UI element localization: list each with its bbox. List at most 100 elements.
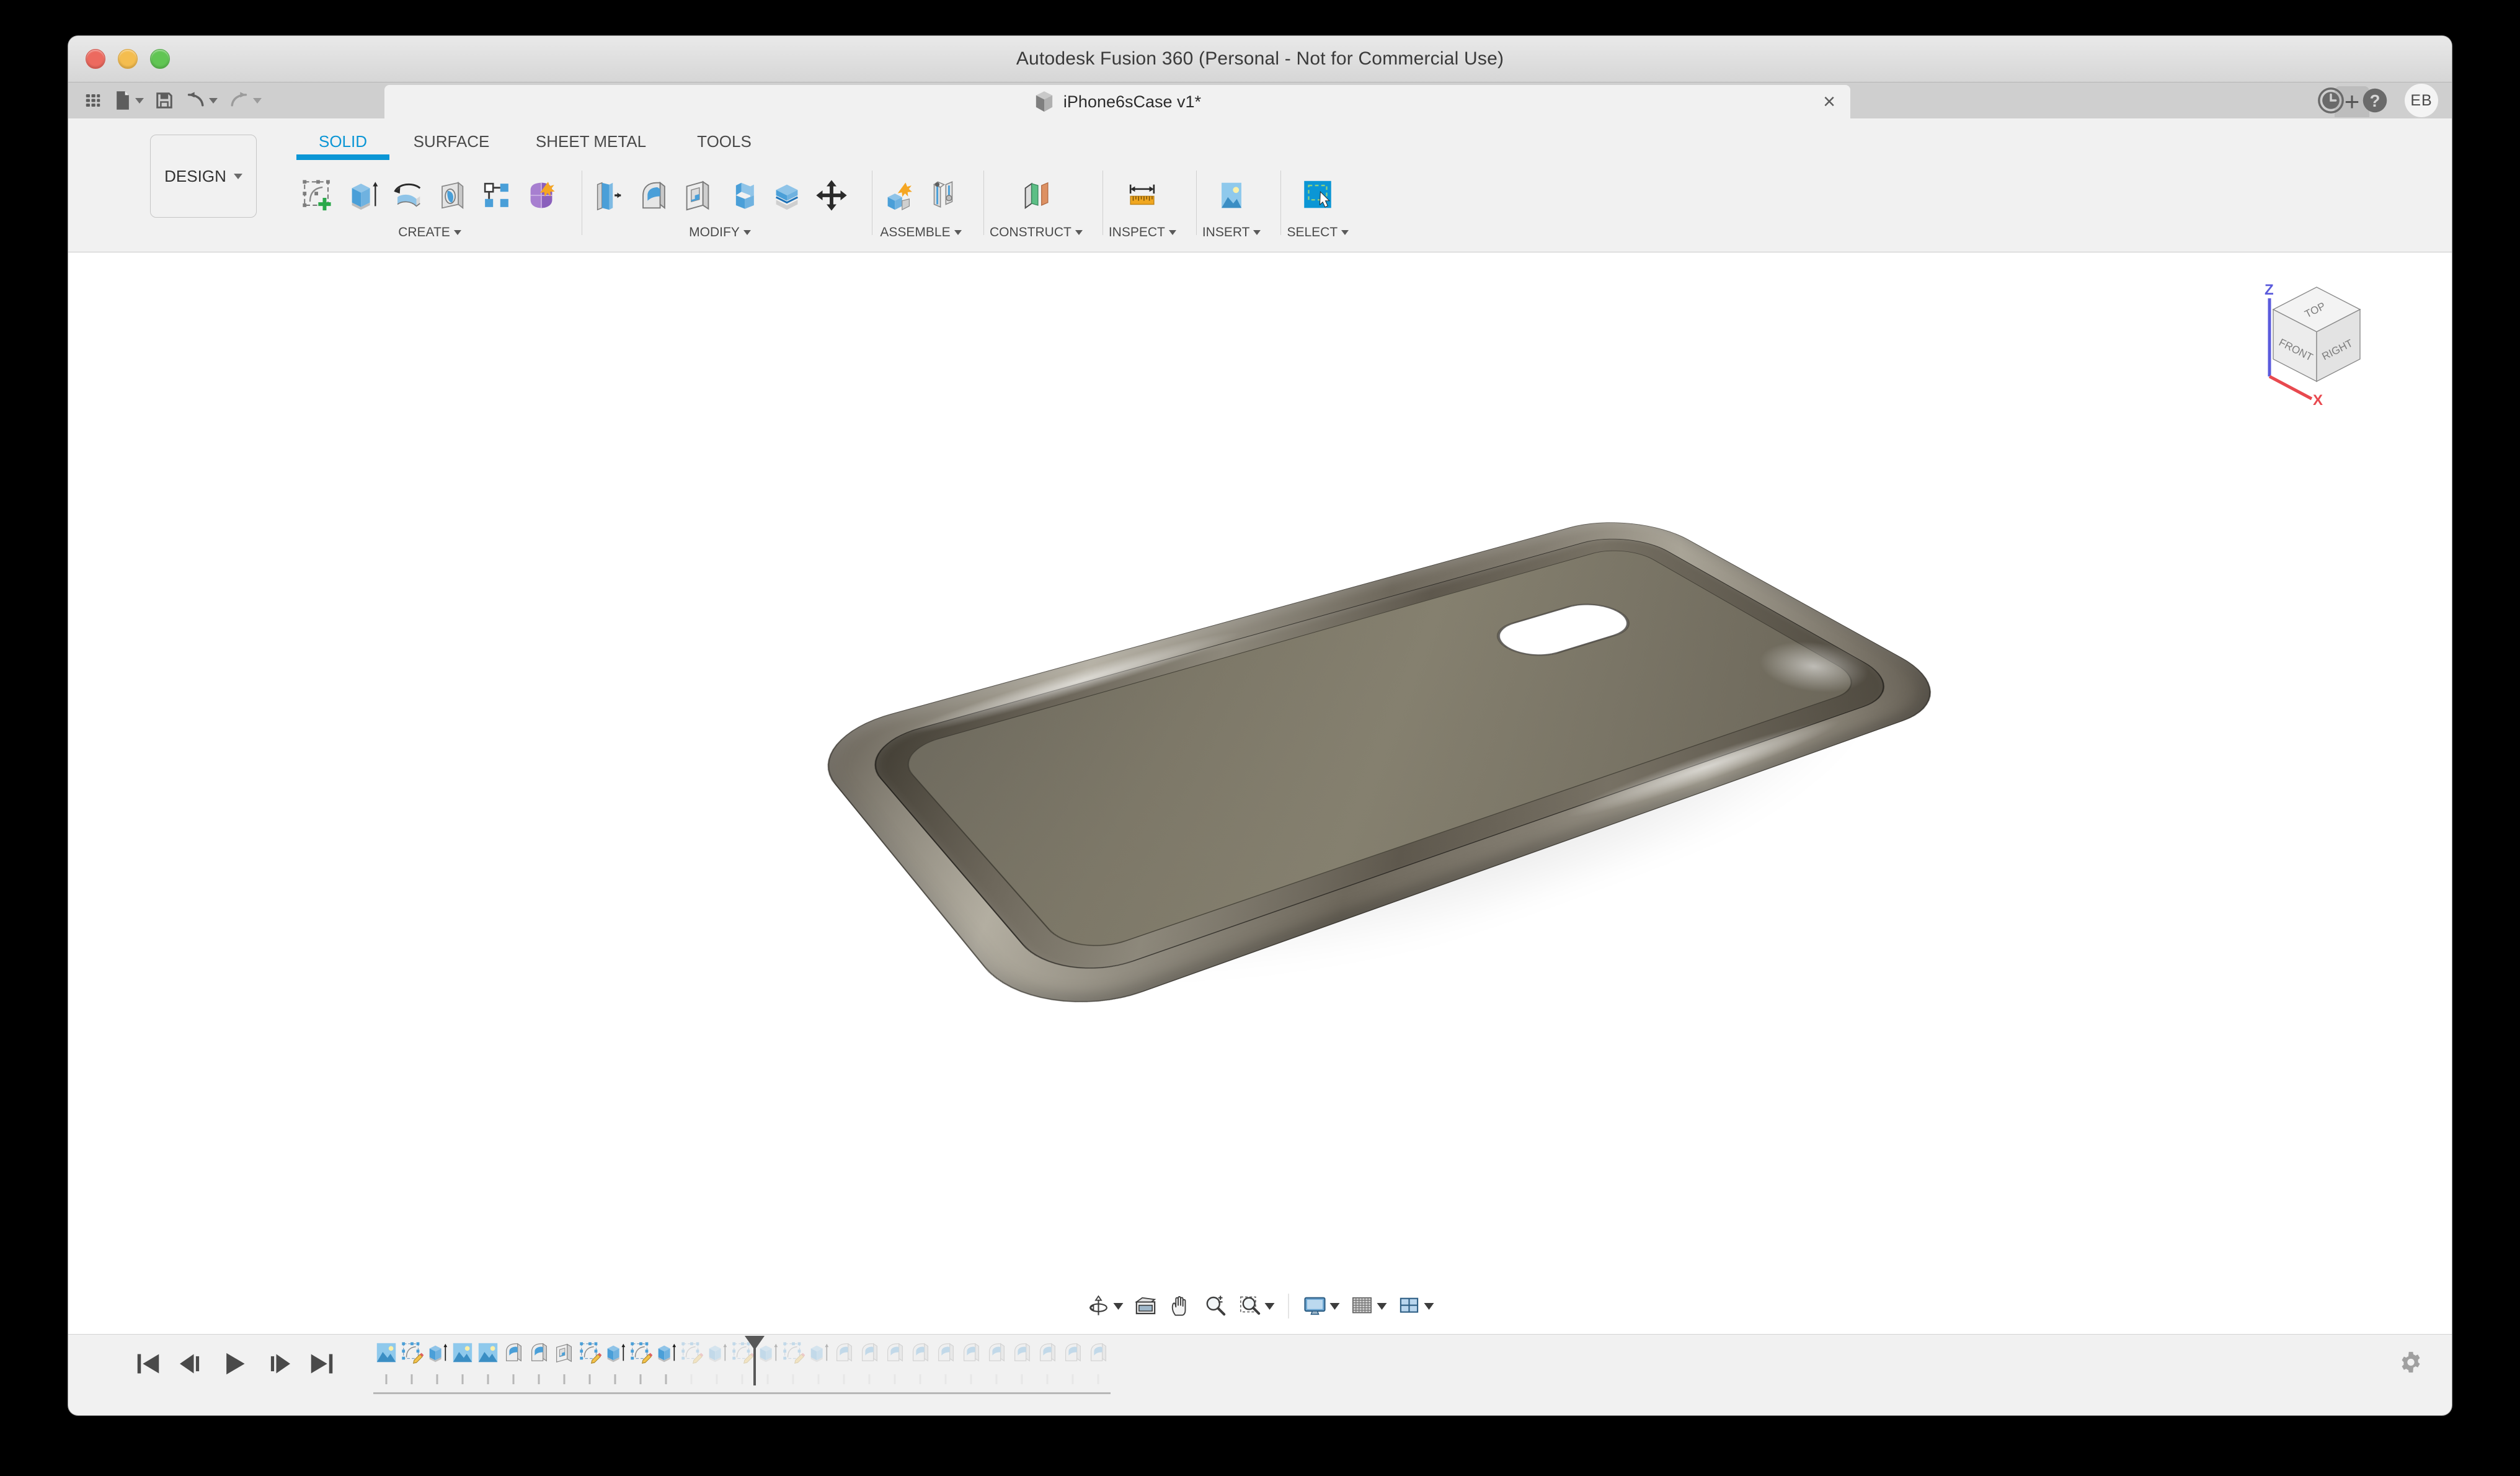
revolve-icon	[394, 183, 421, 207]
timeline-feature-sketch[interactable]	[780, 1340, 805, 1384]
document-tab[interactable]: iPhone6sCase v1* ×	[384, 85, 1850, 118]
chevron-down-icon[interactable]	[1168, 230, 1176, 235]
grid-snaps-button[interactable]	[1346, 1291, 1391, 1321]
split-face-button[interactable]	[766, 175, 807, 216]
shell-button[interactable]	[677, 175, 718, 216]
timeline-feature-fillet[interactable]	[1009, 1340, 1034, 1384]
timeline-feature-extrude[interactable]	[424, 1340, 450, 1384]
timeline-go-to-beginning-button[interactable]	[135, 1352, 161, 1376]
ribbon-panel-construct: CONSTRUCT	[983, 167, 1089, 247]
user-avatar[interactable]: EB	[2405, 84, 2438, 117]
pattern-button[interactable]	[476, 175, 517, 216]
undo-button[interactable]	[180, 89, 222, 112]
select-button[interactable]	[1297, 175, 1338, 216]
joint-button[interactable]	[923, 175, 964, 216]
timeline-settings-button[interactable]	[2398, 1350, 2423, 1378]
ribbon-panel-insert: INSERT	[1196, 167, 1267, 247]
revolve-button[interactable]	[387, 175, 428, 216]
create-sketch-button[interactable]	[298, 175, 339, 216]
timeline-go-to-end-button[interactable]	[309, 1352, 335, 1376]
combine-button[interactable]	[722, 175, 763, 216]
chevron-down-icon[interactable]	[1075, 230, 1083, 235]
chevron-down-icon[interactable]	[1377, 1302, 1387, 1310]
question-icon[interactable]: ?	[2361, 87, 2389, 114]
measure-button[interactable]	[1122, 175, 1163, 216]
timeline-play-button[interactable]	[222, 1352, 248, 1376]
timeline-baseline	[373, 1392, 1111, 1394]
fillet-button[interactable]	[632, 175, 673, 216]
timeline-feature-canvas-image[interactable]	[373, 1340, 399, 1384]
timeline-feature-extrude[interactable]	[805, 1340, 831, 1384]
chevron-down-icon[interactable]	[1329, 1302, 1340, 1310]
timeline-feature-extrude[interactable]	[602, 1340, 628, 1384]
press-pull-button[interactable]	[588, 175, 629, 216]
iphone-case-body[interactable]	[798, 509, 1978, 1062]
timeline-feature-shell[interactable]	[551, 1340, 577, 1384]
timeline-feature-fillet[interactable]	[1060, 1340, 1085, 1384]
redo-button[interactable]	[224, 89, 266, 112]
timeline-step-back-button[interactable]	[179, 1352, 205, 1376]
timeline-feature-fillet[interactable]	[1034, 1340, 1060, 1384]
look-at-button[interactable]	[1130, 1291, 1162, 1321]
orbit-button[interactable]	[1083, 1291, 1127, 1321]
timeline-feature-extrude[interactable]	[653, 1340, 678, 1384]
timeline-feature-fillet[interactable]	[526, 1340, 551, 1384]
timeline-feature-sketch[interactable]	[729, 1340, 755, 1384]
tab-solid[interactable]: SOLID	[296, 128, 389, 160]
timeline-feature-fillet[interactable]	[907, 1340, 933, 1384]
chevron-down-icon[interactable]	[743, 230, 751, 235]
chevron-down-icon[interactable]	[1341, 230, 1349, 235]
timeline-feature-fillet[interactable]	[958, 1340, 983, 1384]
chevron-down-icon[interactable]	[453, 230, 461, 235]
timeline-feature-fillet[interactable]	[500, 1340, 526, 1384]
close-icon[interactable]: ×	[1823, 91, 1835, 112]
move-copy-button[interactable]	[811, 175, 852, 216]
file-menu-button[interactable]	[109, 88, 148, 113]
timeline-track[interactable]	[373, 1336, 1111, 1394]
chevron-down-icon[interactable]	[954, 230, 962, 235]
show-data-panel-button[interactable]	[79, 89, 107, 112]
chevron-down-icon[interactable]	[1113, 1302, 1124, 1310]
timeline-feature-sketch[interactable]	[399, 1340, 424, 1384]
grid-icon	[86, 94, 100, 107]
chevron-down-icon[interactable]	[1264, 1302, 1275, 1310]
zoom-window-button[interactable]	[1234, 1291, 1279, 1321]
timeline-step-forward-button[interactable]	[265, 1352, 291, 1376]
insert-image-button[interactable]	[1211, 175, 1252, 216]
save-button[interactable]	[151, 89, 178, 112]
timeline-feature-sketch[interactable]	[678, 1340, 704, 1384]
chevron-down-icon[interactable]	[1253, 230, 1261, 235]
timeline-feature-fillet[interactable]	[933, 1340, 958, 1384]
timeline-feature-fillet[interactable]	[983, 1340, 1009, 1384]
sweep-button[interactable]	[432, 175, 472, 216]
extrude-button[interactable]	[342, 175, 383, 216]
timeline-feature-canvas-image[interactable]	[475, 1340, 500, 1384]
clock-icon[interactable]	[2317, 86, 2345, 115]
tab-sheet-metal[interactable]: SHEET METAL	[513, 128, 668, 158]
tab-surface[interactable]: SURFACE	[389, 128, 513, 158]
timeline-feature-sketch[interactable]	[577, 1340, 602, 1384]
insert-image-icon	[1222, 182, 1242, 208]
workspace-selector[interactable]: DESIGN	[150, 135, 257, 218]
new-component-button[interactable]	[878, 175, 919, 216]
timeline-feature-fillet[interactable]	[831, 1340, 856, 1384]
timeline-feature-extrude[interactable]	[704, 1340, 729, 1384]
timeline-feature-fillet[interactable]	[882, 1340, 907, 1384]
view-cube[interactable]: Z X TOP FRONT RIGHT	[2242, 266, 2391, 409]
zoom-button[interactable]	[1199, 1291, 1231, 1321]
pan-button[interactable]	[1165, 1291, 1197, 1321]
timeline-feature-fillet[interactable]	[1085, 1340, 1111, 1384]
model-viewport[interactable]	[68, 252, 2452, 1334]
viewports-button[interactable]	[1393, 1291, 1438, 1321]
tab-tools[interactable]: TOOLS	[668, 128, 780, 158]
offset-plane-button[interactable]	[1016, 175, 1057, 216]
chevron-down-icon[interactable]	[1424, 1302, 1434, 1310]
timeline-feature-canvas-image[interactable]	[450, 1340, 475, 1384]
timeline-feature-fillet[interactable]	[856, 1340, 882, 1384]
view-cube-graphic[interactable]: Z X TOP FRONT RIGHT	[2242, 266, 2391, 409]
form-button[interactable]	[521, 175, 562, 216]
timeline-feature-extrude[interactable]	[755, 1340, 780, 1384]
display-settings-button[interactable]	[1299, 1291, 1344, 1321]
timeline-feature-sketch[interactable]	[628, 1340, 653, 1384]
design-canvas[interactable]: Z X TOP FRONT RIGHT	[68, 252, 2452, 1334]
